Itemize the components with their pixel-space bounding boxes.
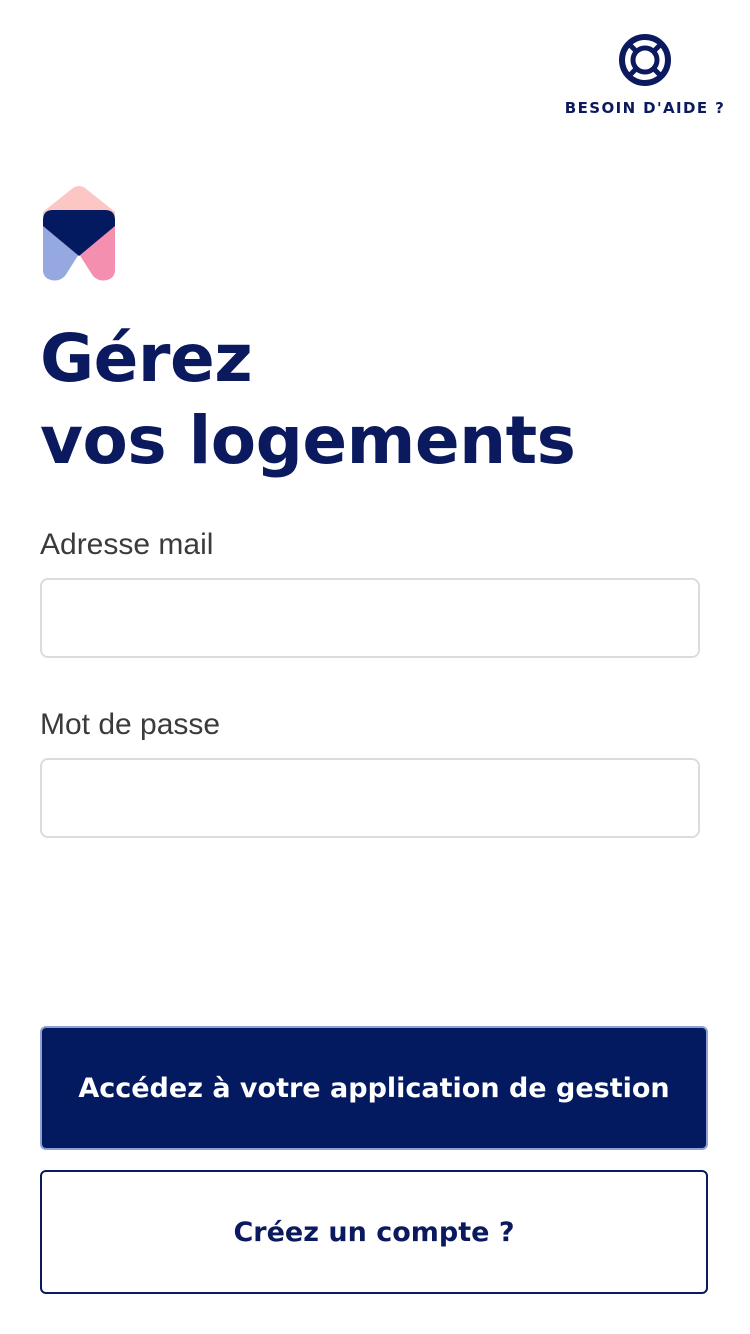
lifebuoy-icon xyxy=(617,32,673,93)
email-field[interactable] xyxy=(40,578,700,658)
page-title-line2: vos logements xyxy=(40,402,576,479)
password-label: Mot de passe xyxy=(40,708,221,741)
help-label: BESOIN D'AIDE ? xyxy=(564,99,726,117)
help-link[interactable]: BESOIN D'AIDE ? xyxy=(565,32,724,117)
email-label: Adresse mail xyxy=(40,528,214,561)
page-title: Gérez vos logements xyxy=(40,318,720,482)
page-title-line1: Gérez xyxy=(40,320,253,397)
house-logo-icon xyxy=(43,186,115,282)
signup-button[interactable]: Créez un compte ? xyxy=(40,1170,708,1294)
login-button[interactable]: Accédez à votre application de gestion xyxy=(40,1026,708,1150)
password-field[interactable] xyxy=(40,758,700,838)
